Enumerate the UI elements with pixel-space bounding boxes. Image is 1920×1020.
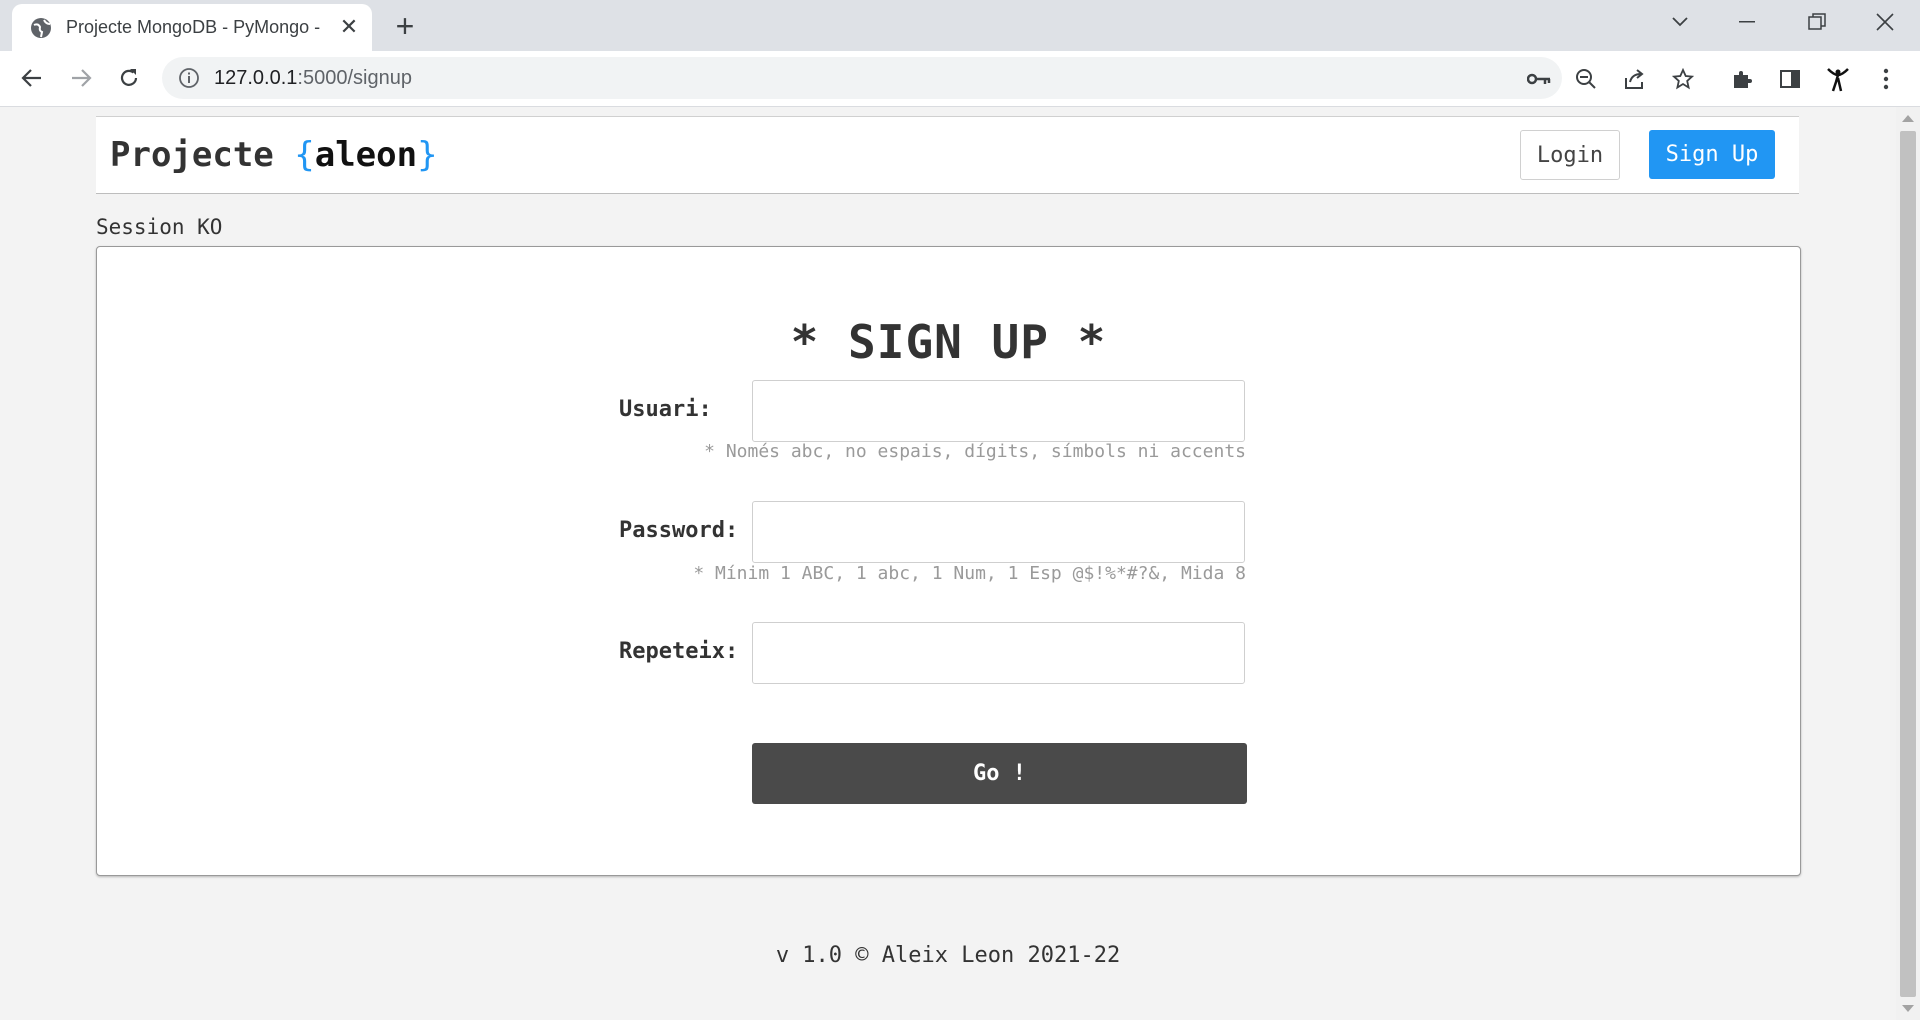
profile-avatar-icon[interactable] xyxy=(1823,64,1853,94)
reload-icon[interactable] xyxy=(114,63,144,93)
tab-strip: Projecte MongoDB - PyMongo - ✕ + xyxy=(0,0,1920,51)
close-window-icon[interactable] xyxy=(1850,0,1920,44)
tab-search-icon[interactable] xyxy=(1645,0,1715,44)
zoom-out-icon[interactable] xyxy=(1573,66,1599,92)
signup-form-panel: * SIGN UP * Usuari: * Només abc, no espa… xyxy=(96,246,1801,876)
submit-button[interactable]: Go ! xyxy=(752,743,1247,804)
share-icon[interactable] xyxy=(1621,66,1647,92)
site-header: Projecte {aleon} Login Sign Up xyxy=(96,116,1799,194)
site-info-icon[interactable] xyxy=(178,67,200,89)
globe-icon xyxy=(30,17,52,39)
password-input[interactable] xyxy=(752,501,1245,563)
session-status: Session KO xyxy=(96,215,223,239)
close-tab-icon[interactable]: ✕ xyxy=(337,14,361,39)
forward-arrow-icon[interactable] xyxy=(66,63,96,93)
scroll-down-arrow-icon[interactable] xyxy=(1902,1005,1914,1012)
new-tab-button[interactable]: + xyxy=(388,10,422,42)
minimize-icon[interactable] xyxy=(1712,0,1782,44)
username-hint: * Només abc, no espais, dígits, símbols … xyxy=(704,441,1246,462)
signup-nav-button[interactable]: Sign Up xyxy=(1649,130,1775,179)
form-title: * SIGN UP * xyxy=(790,315,1107,369)
login-button[interactable]: Login xyxy=(1520,130,1620,180)
username-input[interactable] xyxy=(752,380,1245,442)
url-text: 127.0.0.1:5000/signup xyxy=(214,67,412,89)
bookmark-star-icon[interactable] xyxy=(1670,66,1696,92)
scroll-thumb[interactable] xyxy=(1900,131,1916,997)
scroll-up-arrow-icon[interactable] xyxy=(1902,115,1914,122)
menu-kebab-icon[interactable] xyxy=(1871,64,1901,94)
browser-tab[interactable]: Projecte MongoDB - PyMongo - ✕ xyxy=(12,4,372,51)
extensions-puzzle-icon[interactable] xyxy=(1727,64,1757,94)
address-bar[interactable]: 127.0.0.1:5000/signup xyxy=(162,57,1694,99)
browser-toolbar: 127.0.0.1:5000/signup xyxy=(0,51,1920,107)
username-label: Usuari: xyxy=(619,397,712,422)
restore-icon[interactable] xyxy=(1782,0,1852,44)
repeat-password-input[interactable] xyxy=(752,622,1245,684)
repeat-password-label: Repeteix: xyxy=(619,639,739,664)
password-hint: * Mínim 1 ABC, 1 abc, 1 Num, 1 Esp @$!%*… xyxy=(693,563,1246,584)
footer-copyright: v 1.0 © Aleix Leon 2021-22 xyxy=(775,943,1121,968)
tab-title: Projecte MongoDB - PyMongo - xyxy=(66,17,321,37)
side-panel-icon[interactable] xyxy=(1775,64,1805,94)
page-scrollbar[interactable] xyxy=(1896,107,1920,1020)
password-label: Password: xyxy=(619,518,739,543)
page-viewport: Projecte {aleon} Login Sign Up Session K… xyxy=(0,107,1896,1020)
key-icon[interactable] xyxy=(1526,66,1552,92)
back-arrow-icon[interactable] xyxy=(17,63,47,93)
site-brand[interactable]: Projecte {aleon} xyxy=(110,135,438,175)
